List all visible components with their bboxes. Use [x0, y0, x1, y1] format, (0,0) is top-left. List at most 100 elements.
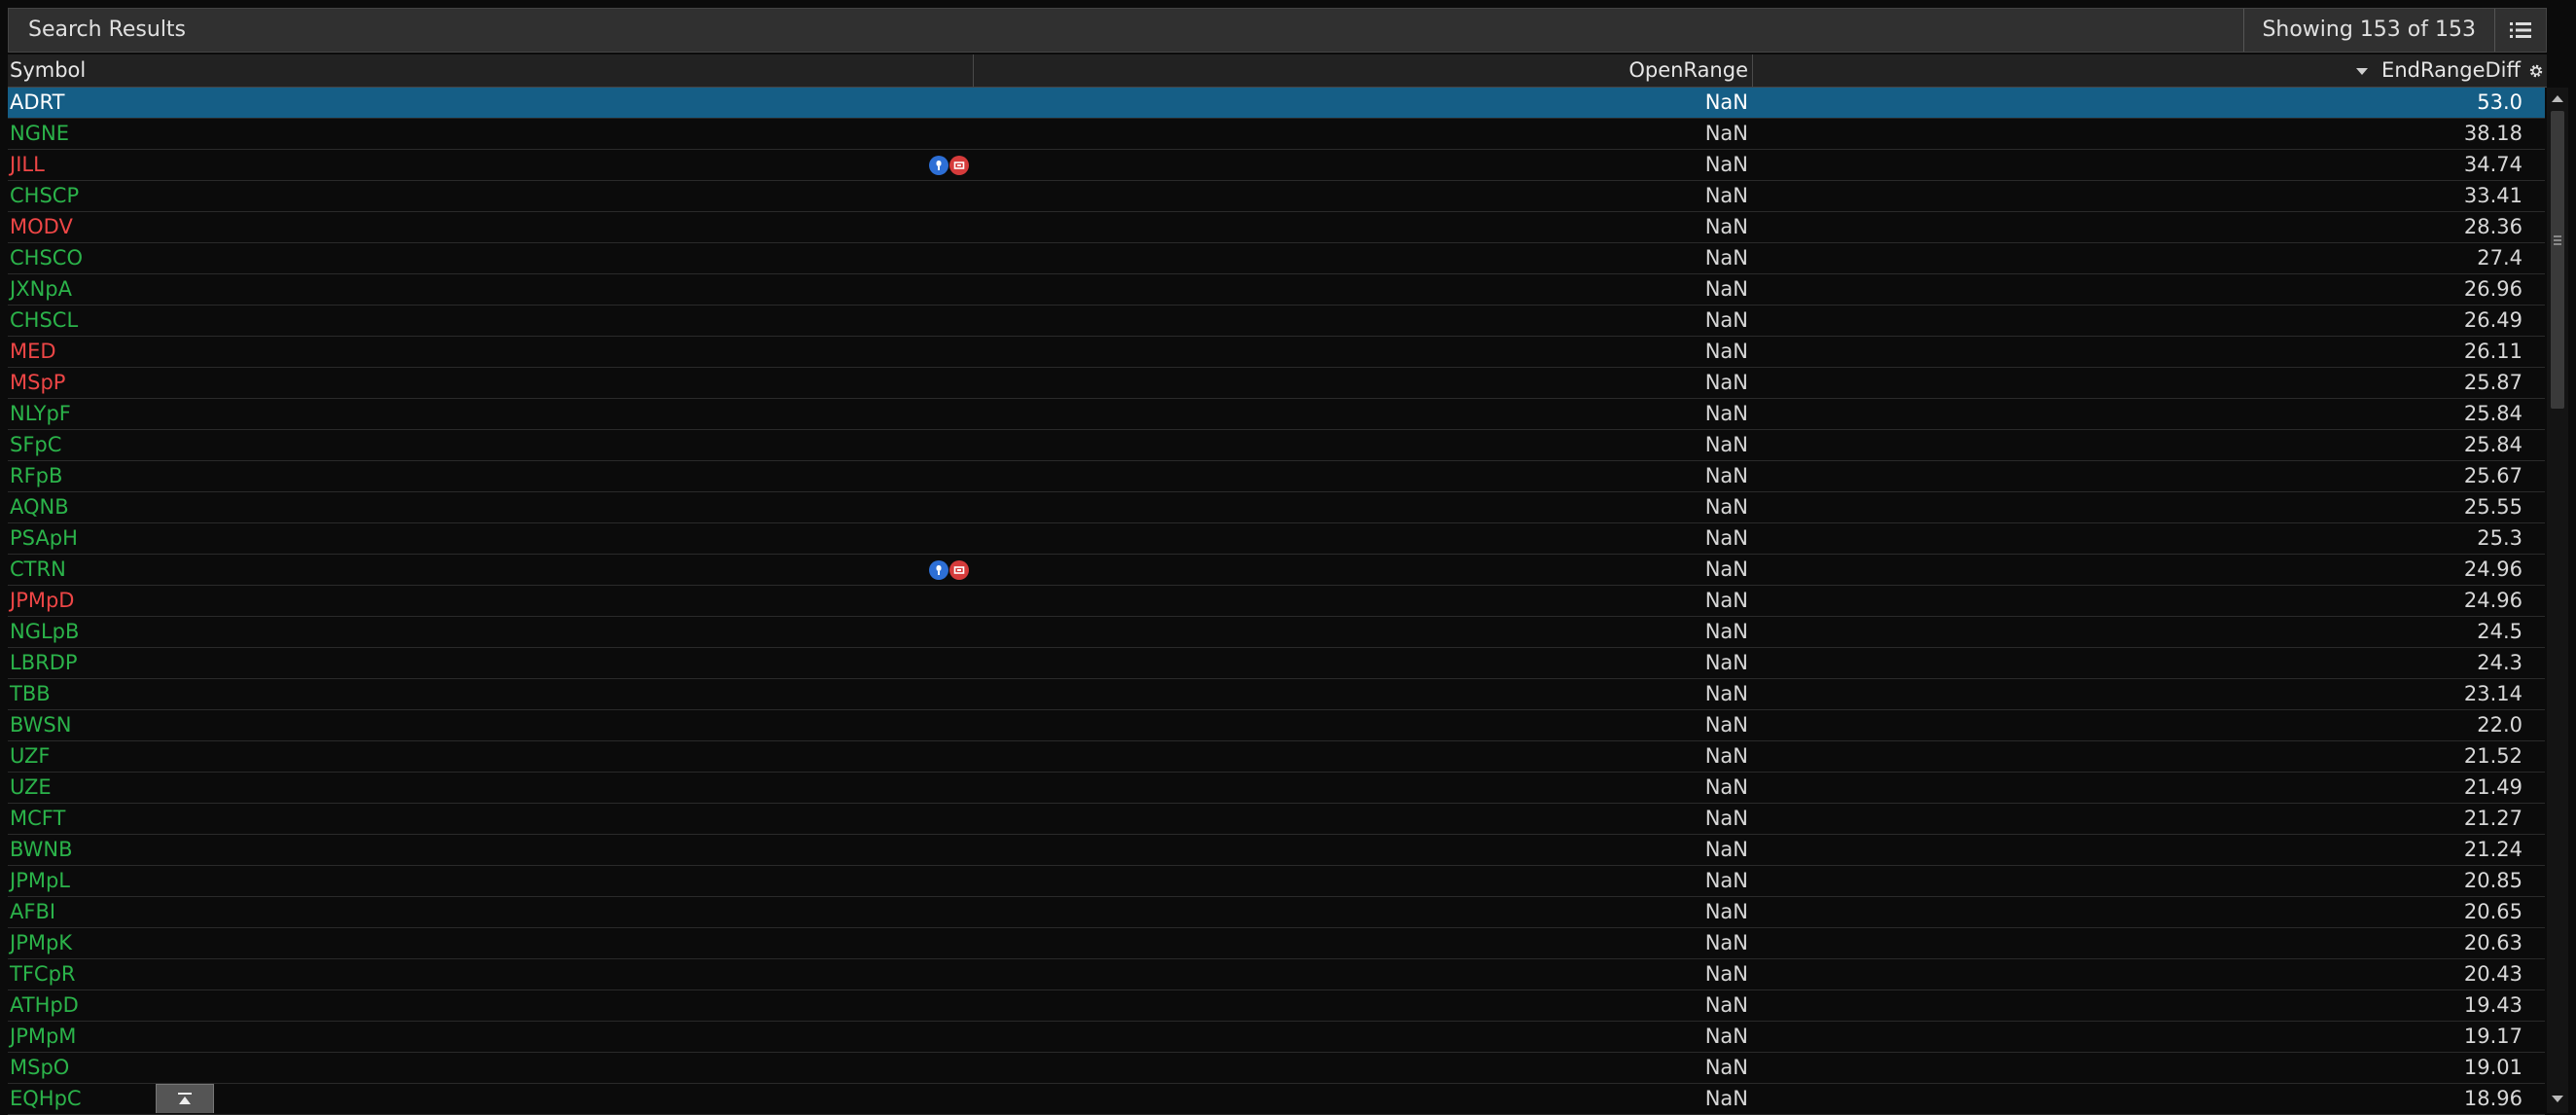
table-row[interactable]: MSpP NaN 25.87 — [8, 368, 2545, 399]
symbol-cell[interactable]: JPMpD — [10, 586, 973, 616]
symbol-cell[interactable]: TFCpR — [10, 959, 973, 989]
list-menu-icon — [2510, 22, 2531, 38]
table-row[interactable]: EQHpC NaN 18.96 — [8, 1084, 2545, 1115]
symbol-cell[interactable]: RFpB — [10, 461, 973, 491]
endrangediff-cell: 20.63 — [2463, 931, 2522, 954]
table-row[interactable]: PSApH NaN 25.3 — [8, 523, 2545, 555]
table-row[interactable]: NGLpB NaN 24.5 — [8, 617, 2545, 648]
symbol-cell[interactable]: TBB — [10, 679, 973, 709]
table-row[interactable]: JXNpA NaN 26.96 — [8, 274, 2545, 306]
dividend-icon[interactable] — [949, 560, 969, 580]
openrange-cell: NaN — [1704, 713, 1748, 737]
column-header-endrangediff[interactable]: EndRangeDiff — [1753, 54, 2526, 87]
scrollbar-thumb[interactable] — [2551, 111, 2564, 409]
symbol-cell[interactable]: UZF — [10, 741, 973, 772]
table-row[interactable]: JILL NaN 34.74 — [8, 150, 2545, 181]
symbol-cell[interactable]: ADRT — [10, 88, 973, 118]
scroll-up-icon[interactable] — [2552, 95, 2563, 102]
earnings-icon[interactable] — [929, 560, 948, 580]
list-menu-button[interactable] — [2494, 9, 2546, 52]
symbol-cell[interactable]: MODV — [10, 212, 973, 242]
symbol-cell[interactable]: JPMpL — [10, 866, 973, 896]
openrange-cell: NaN — [1704, 153, 1748, 176]
table-row[interactable]: RFpB NaN 25.67 — [8, 461, 2545, 492]
earnings-icon[interactable] — [929, 156, 948, 175]
table-row[interactable]: JPMpD NaN 24.96 — [8, 586, 2545, 617]
symbol-cell[interactable]: MCFT — [10, 804, 973, 834]
table-row[interactable]: MODV NaN 28.36 — [8, 212, 2545, 243]
symbol-cell[interactable]: ATHpD — [10, 990, 973, 1021]
symbol-cell[interactable]: MED — [10, 337, 973, 367]
table-row[interactable]: LBRDP NaN 24.3 — [8, 648, 2545, 679]
endrangediff-cell: 18.96 — [2463, 1087, 2522, 1110]
scroll-down-icon[interactable] — [2552, 1096, 2563, 1102]
symbol-cell[interactable]: MSpP — [10, 368, 973, 398]
symbol-cell[interactable]: NGNE — [10, 119, 973, 149]
column-settings-button[interactable] — [2525, 54, 2547, 87]
table-row[interactable]: CHSCL NaN 26.49 — [8, 306, 2545, 337]
vertical-scrollbar[interactable] — [2547, 88, 2568, 1113]
openrange-cell: NaN — [1704, 744, 1748, 768]
openrange-cell: NaN — [1704, 433, 1748, 456]
table-row[interactable]: BWSN NaN 22.0 — [8, 710, 2545, 741]
table-row[interactable]: NGNE NaN 38.18 — [8, 119, 2545, 150]
scroll-to-top-icon — [178, 1092, 192, 1104]
table-row[interactable]: MCFT NaN 21.27 — [8, 804, 2545, 835]
symbol-cell[interactable]: CHSCO — [10, 243, 973, 273]
symbol-cell[interactable]: AFBI — [10, 897, 973, 927]
table-row[interactable]: NLYpF NaN 25.84 — [8, 399, 2545, 430]
symbol-cell[interactable]: PSApH — [10, 523, 973, 554]
symbol-cell[interactable]: BWNB — [10, 835, 973, 865]
symbol-cell[interactable]: EQHpC — [10, 1084, 973, 1114]
table-row[interactable]: MSpO NaN 19.01 — [8, 1053, 2545, 1084]
openrange-cell: NaN — [1704, 122, 1748, 145]
table-row[interactable]: CHSCP NaN 33.41 — [8, 181, 2545, 212]
column-header-openrange[interactable]: OpenRange — [974, 54, 1753, 87]
table-row[interactable]: ATHpD NaN 19.43 — [8, 990, 2545, 1022]
table-row[interactable]: AFBI NaN 20.65 — [8, 897, 2545, 928]
openrange-cell: NaN — [1704, 184, 1748, 207]
table-row[interactable]: SFpC NaN 25.84 — [8, 430, 2545, 461]
symbol-cell[interactable]: JILL — [10, 150, 973, 180]
table-row[interactable]: JPMpK NaN 20.63 — [8, 928, 2545, 959]
symbol-cell[interactable]: SFpC — [10, 430, 973, 460]
openrange-cell: NaN — [1704, 246, 1748, 270]
table-row[interactable]: CTRN NaN 24.96 — [8, 555, 2545, 586]
symbol-cell[interactable]: JPMpK — [10, 928, 973, 958]
column-label: Symbol — [10, 58, 87, 82]
table-row[interactable]: JPMpL NaN 20.85 — [8, 866, 2545, 897]
sort-descending-icon — [2356, 67, 2369, 75]
dividend-icon[interactable] — [949, 156, 969, 175]
openrange-cell: NaN — [1704, 807, 1748, 830]
table-row[interactable]: UZE NaN 21.49 — [8, 773, 2545, 804]
endrangediff-cell: 19.17 — [2463, 1025, 2522, 1048]
symbol-cell[interactable]: BWSN — [10, 710, 973, 740]
table-row[interactable]: JPMpM NaN 19.17 — [8, 1022, 2545, 1053]
endrangediff-cell: 34.74 — [2463, 153, 2522, 176]
openrange-cell: NaN — [1704, 495, 1748, 519]
table-row[interactable]: ADRT NaN 53.0 — [8, 88, 2545, 119]
scroll-to-top-button[interactable] — [156, 1084, 214, 1113]
symbol-cell[interactable]: NLYpF — [10, 399, 973, 429]
table-row[interactable]: TBB NaN 23.14 — [8, 679, 2545, 710]
table-row[interactable]: MED NaN 26.11 — [8, 337, 2545, 368]
symbol-cell[interactable]: MSpO — [10, 1053, 973, 1083]
symbol-cell[interactable]: CTRN — [10, 555, 973, 585]
symbol-cell[interactable]: LBRDP — [10, 648, 973, 678]
endrangediff-cell: 21.49 — [2463, 775, 2522, 799]
symbol-cell[interactable]: UZE — [10, 773, 973, 803]
symbol-cell[interactable]: JXNpA — [10, 274, 973, 305]
table-row[interactable]: CHSCO NaN 27.4 — [8, 243, 2545, 274]
endrangediff-cell: 24.3 — [2477, 651, 2522, 674]
table-row[interactable]: AQNB NaN 25.55 — [8, 492, 2545, 523]
symbol-cell[interactable]: CHSCP — [10, 181, 973, 211]
symbol-cell[interactable]: JPMpM — [10, 1022, 973, 1052]
table-row[interactable]: UZF NaN 21.52 — [8, 741, 2545, 773]
symbol-cell[interactable]: AQNB — [10, 492, 973, 522]
symbol-cell[interactable]: CHSCL — [10, 306, 973, 336]
table-row[interactable]: TFCpR NaN 20.43 — [8, 959, 2545, 990]
symbol-cell[interactable]: NGLpB — [10, 617, 973, 647]
column-header-symbol[interactable]: Symbol — [10, 54, 974, 87]
table-row[interactable]: BWNB NaN 21.24 — [8, 835, 2545, 866]
endrangediff-cell: 21.24 — [2463, 838, 2522, 861]
